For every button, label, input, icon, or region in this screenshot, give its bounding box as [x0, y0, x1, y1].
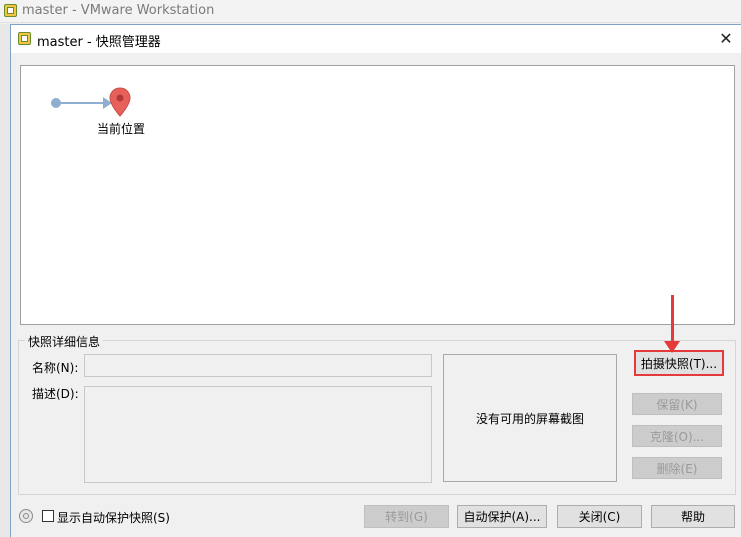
no-screenshot-text: 没有可用的屏幕截图 [475, 411, 584, 426]
tree-root-dot [51, 98, 61, 108]
description-field[interactable] [84, 386, 432, 483]
annotation-arrow-head [664, 341, 680, 353]
autoprotect-hint-icon [19, 509, 33, 523]
close-icon[interactable]: ✕ [715, 28, 737, 50]
current-location-label: 当前位置 [97, 122, 146, 136]
dialog-title: master - 快照管理器 [37, 35, 161, 50]
show-autoprotect-checkbox[interactable] [42, 510, 54, 522]
parent-window-edge [0, 24, 10, 537]
goto-button[interactable]: 转到(G) [364, 505, 449, 528]
delete-button[interactable]: 删除(E) [632, 457, 722, 479]
vmware-icon [18, 32, 31, 45]
name-label: 名称(N): [32, 361, 79, 375]
screenshot-preview: 没有可用的屏幕截图 [443, 354, 617, 482]
parent-window-title: master - VMware Workstation [22, 3, 215, 18]
parent-window-titlebar: master - VMware Workstation [0, 0, 741, 23]
dialog-titlebar: master - 快照管理器 ✕ [11, 25, 741, 53]
take-snapshot-button[interactable]: 拍摄快照(T)... [634, 350, 724, 376]
show-autoprotect-label[interactable]: 显示自动保护快照(S) [57, 509, 170, 526]
keep-button[interactable]: 保留(K) [632, 393, 722, 415]
location-pin-icon[interactable] [109, 87, 131, 117]
help-button[interactable]: 帮助 [651, 505, 735, 528]
autoprotect-button[interactable]: 自动保护(A)... [457, 505, 547, 528]
snapshot-tree[interactable]: 当前位置 [20, 65, 735, 325]
snapshot-details-legend: 快照详细信息 [25, 333, 104, 350]
tree-connector [55, 102, 105, 104]
vmware-icon [4, 4, 17, 17]
close-button[interactable]: 关闭(C) [557, 505, 642, 528]
name-field[interactable] [84, 354, 432, 377]
snapshot-manager-dialog: master - 快照管理器 ✕ 当前位置 快照详细信息 名称(N): 描述(D… [10, 24, 741, 537]
annotation-arrow-shaft [671, 295, 674, 345]
clone-button[interactable]: 克隆(O)... [632, 425, 722, 447]
description-label: 描述(D): [32, 387, 79, 401]
